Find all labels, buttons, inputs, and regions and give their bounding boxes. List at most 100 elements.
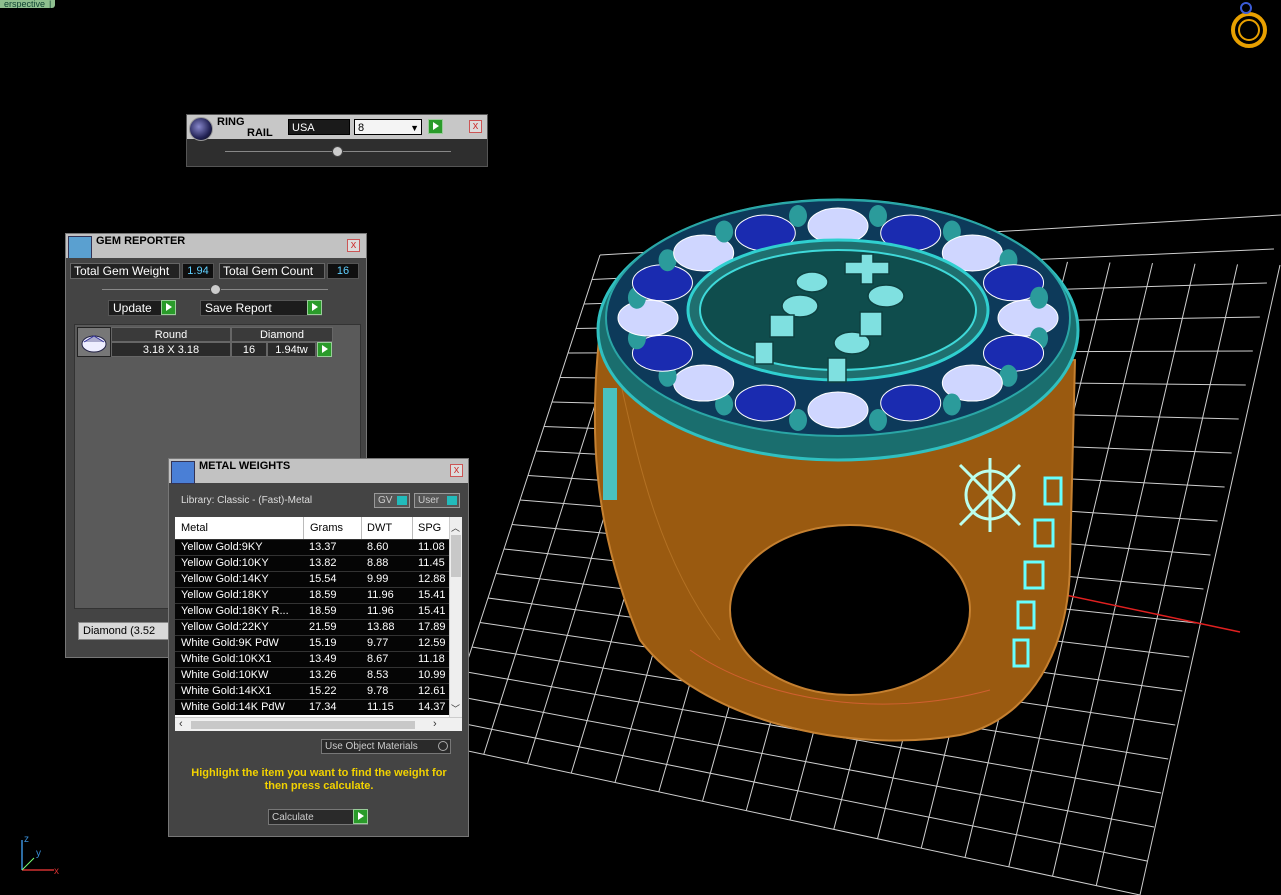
table-row[interactable]: Yellow Gold:18KY 18.59 11.96 15.41	[175, 587, 449, 603]
table-row[interactable]: Yellow Gold:9KY 13.37 8.60 11.08	[175, 539, 449, 555]
metal-name-cell: White Gold:9K PdW	[181, 637, 279, 649]
ring-size-value: 8	[358, 122, 365, 134]
grid-line	[1139, 264, 1281, 895]
metal-weights-close-button[interactable]: x	[450, 464, 463, 477]
save-report-go-icon[interactable]	[307, 300, 322, 315]
ring-size-select[interactable]: 8 ▼	[354, 119, 422, 135]
dwt-cell: 9.77	[367, 637, 389, 649]
dwt-cell: 11.96	[367, 605, 394, 617]
dwt-cell: 8.60	[367, 541, 389, 553]
gem-stone[interactable]	[734, 384, 796, 422]
user-toggle-switch	[447, 496, 457, 505]
gem-reporter-close-button[interactable]: x	[347, 239, 360, 252]
grams-cell: 13.82	[309, 557, 337, 569]
spg-cell: 17.89	[418, 621, 446, 633]
gem-row-go-icon[interactable]	[317, 342, 332, 357]
gem-size-cell[interactable]: 3.18 X 3.18	[111, 342, 231, 357]
ring-rail-title: RING RAIL	[217, 117, 273, 139]
user-toggle[interactable]: User	[414, 493, 460, 508]
column-header-dwt[interactable]: DWT	[367, 522, 392, 534]
save-report-button[interactable]: Save Report	[200, 300, 322, 316]
gem-reporter-slider-handle[interactable]	[210, 284, 221, 295]
column-header-metal[interactable]: Metal	[181, 522, 208, 534]
spg-cell: 14.37	[418, 701, 446, 713]
calculate-go-icon[interactable]	[353, 809, 368, 824]
scrollbar-thumb[interactable]	[451, 535, 461, 577]
metal-weights-icon	[171, 461, 195, 484]
horizontal-scrollbar-thumb[interactable]	[191, 721, 415, 729]
ring-rail-apply-button[interactable]	[428, 119, 443, 134]
grid-line	[1095, 264, 1238, 886]
column-header-grams[interactable]: Grams	[310, 522, 343, 534]
table-row[interactable]: White Gold:14K PdW 17.34 11.15 14.37	[175, 699, 449, 715]
spg-cell: 11.18	[418, 653, 445, 665]
ring-rail-header: RING RAIL USA 8 ▼ x	[187, 115, 487, 141]
gv-toggle-switch	[397, 496, 407, 505]
ring-rail-icon	[189, 117, 213, 141]
update-go-icon[interactable]	[161, 300, 176, 315]
metal-weights-title: METAL WEIGHTS	[199, 460, 291, 472]
scroll-left-icon[interactable]: ‹	[179, 718, 183, 730]
update-button-label: Update	[113, 301, 152, 315]
gem-stone[interactable]	[673, 364, 735, 402]
table-row[interactable]: White Gold:14KX1 15.22 9.78 12.61	[175, 683, 449, 699]
axis-x-label: x	[54, 866, 59, 877]
metal-name-cell: White Gold:10KW	[181, 669, 269, 681]
spg-cell: 12.59	[418, 637, 446, 649]
metal-table-horizontal-scrollbar[interactable]: ‹ ›	[175, 717, 462, 731]
scroll-right-icon[interactable]: ›	[433, 718, 437, 730]
axis-z-label: z	[24, 834, 29, 845]
save-report-button-label: Save Report	[205, 301, 272, 315]
table-row[interactable]: White Gold:9K PdW 15.19 9.77 12.59	[175, 635, 449, 651]
dwt-cell: 11.15	[367, 701, 394, 713]
metal-name-cell: White Gold:14KX1	[181, 685, 272, 697]
table-row[interactable]: Yellow Gold:22KY 21.59 13.88 17.89	[175, 619, 449, 635]
column-divider	[412, 517, 413, 539]
column-divider	[303, 517, 304, 539]
metal-name-cell: White Gold:10KX1	[181, 653, 272, 665]
gem-stone[interactable]	[631, 264, 693, 302]
gem-stone[interactable]	[983, 334, 1045, 372]
metal-name-cell: Yellow Gold:22KY	[181, 621, 269, 633]
ring-model[interactable]	[593, 198, 1080, 742]
total-gem-count-label: Total Gem Count	[219, 263, 325, 279]
dwt-cell: 8.88	[367, 557, 389, 569]
dwt-cell: 9.78	[367, 685, 389, 697]
gem-prong	[942, 393, 961, 416]
gem-stone[interactable]	[997, 299, 1059, 337]
gem-stone[interactable]	[617, 299, 679, 337]
dwt-cell: 11.96	[367, 589, 394, 601]
table-row[interactable]: Yellow Gold:10KY 13.82 8.88 11.45	[175, 555, 449, 571]
metal-table-vertical-scrollbar[interactable]: ︿ ﹀	[449, 517, 462, 717]
use-object-materials-select[interactable]: Use Object Materials	[321, 739, 451, 754]
table-row[interactable]: White Gold:10KX1 13.49 8.67 11.18	[175, 651, 449, 667]
calculate-button-label: Calculate	[272, 812, 314, 823]
gem-shape-header: Round	[111, 327, 231, 342]
gem-stone[interactable]	[880, 384, 942, 422]
metal-library-label: Library: Classic - (Fast)-Metal	[181, 495, 313, 506]
spg-cell: 15.41	[418, 589, 446, 601]
viewport-label[interactable]: erspective |	[0, 0, 56, 8]
gem-stone[interactable]	[807, 391, 869, 429]
gem-prong	[789, 204, 808, 227]
grams-cell: 18.59	[309, 605, 337, 617]
table-row[interactable]: Yellow Gold:14KY 15.54 9.99 12.88	[175, 571, 449, 587]
ring-rail-close-button[interactable]: x	[469, 120, 482, 133]
gem-weight-cell[interactable]: 1.94tw	[267, 342, 316, 357]
scroll-down-icon[interactable]: ﹀	[451, 702, 460, 715]
gem-count-cell[interactable]: 16	[231, 342, 267, 357]
table-row[interactable]: Yellow Gold:18KY R... 18.59 11.96 15.41	[175, 603, 449, 619]
gv-toggle[interactable]: GV	[374, 493, 410, 508]
spg-cell: 15.41	[418, 605, 446, 617]
ring-standard-field[interactable]: USA	[288, 119, 350, 135]
ring-rail-toolbar: RING RAIL USA 8 ▼ x	[186, 114, 488, 167]
total-gem-count-value: 16	[327, 263, 359, 279]
ring-rail-slider-handle[interactable]	[332, 146, 343, 157]
scroll-up-icon[interactable]: ︿	[451, 521, 460, 534]
table-row[interactable]: White Gold:10KW 13.26 8.53 10.99	[175, 667, 449, 683]
metal-weights-panel: METAL WEIGHTS x Library: Classic - (Fast…	[168, 458, 469, 837]
metal-name-cell: White Gold:14K PdW	[181, 701, 285, 713]
round-diamond-icon	[77, 327, 111, 357]
ring-logo-icon[interactable]	[1226, 0, 1272, 50]
column-header-spg[interactable]: SPG	[418, 522, 441, 534]
